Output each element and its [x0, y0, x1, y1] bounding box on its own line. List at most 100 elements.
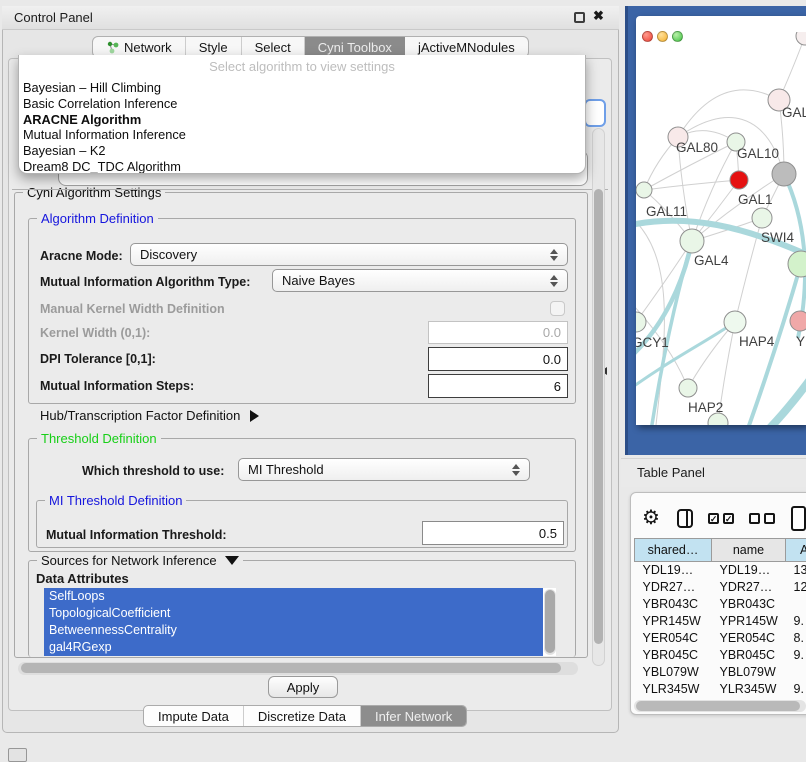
mi-threshold-value: 0.5 [539, 526, 557, 541]
node-gal4[interactable] [680, 229, 704, 253]
node-selected-red[interactable] [730, 171, 748, 189]
kernel-width-value: 0.0 [543, 325, 561, 340]
apply-button-label: Apply [287, 680, 320, 695]
sources-group-title-row[interactable]: Sources for Network Inference [37, 553, 243, 568]
list-item[interactable]: gal4RGexp [44, 639, 543, 656]
tab-cyni-toolbox[interactable]: Cyni Toolbox [305, 37, 405, 57]
which-threshold-select[interactable]: MI Threshold [238, 458, 530, 481]
cell: YDR27… [712, 579, 786, 596]
settings-vertical-scrollbar[interactable] [592, 128, 605, 666]
column-header-shared-name[interactable]: shared… [635, 539, 712, 562]
node-hap4[interactable] [724, 311, 746, 333]
manual-kernel-width-label: Manual Kernel Width Definition [40, 302, 225, 316]
close-icon[interactable]: ✖ [593, 8, 604, 24]
table-horizontal-scrollbar[interactable] [634, 700, 806, 712]
float-window-icon[interactable] [574, 12, 585, 23]
focused-combo-partial[interactable] [584, 99, 606, 127]
settings-horizontal-scrollbar-thumb[interactable] [21, 663, 561, 673]
dropdown-item[interactable]: Bayesian – Hill Climbing [19, 80, 585, 96]
table-horizontal-scrollbar-thumb[interactable] [636, 701, 800, 711]
tab-jactivemnodules-label: jActiveMNodules [418, 40, 515, 55]
apply-button[interactable]: Apply [268, 676, 338, 698]
table-row[interactable]: YBL079W YBL079W [635, 664, 806, 681]
table-row[interactable]: YDL19… YDL19… 13 [635, 562, 806, 579]
tab-impute-data-label: Impute Data [158, 709, 229, 724]
tab-select[interactable]: Select [242, 37, 305, 57]
table-row[interactable]: YPR145W YPR145W 9. [635, 613, 806, 630]
mi-steps-field[interactable]: 6 [428, 374, 568, 398]
table-row[interactable]: YER054C YER054C 8. [635, 630, 806, 647]
document-icon[interactable] [791, 506, 806, 531]
manual-kernel-width-checkbox[interactable] [550, 301, 565, 316]
column-header-partial[interactable]: A [786, 539, 806, 562]
dropdown-item[interactable]: Bayesian – K2 [19, 143, 585, 159]
list-scrollbar-thumb[interactable] [545, 590, 555, 653]
checked-box-icon: ✓ [723, 513, 734, 524]
tab-cyni-toolbox-label: Cyni Toolbox [318, 40, 392, 55]
dropdown-item-highlighted[interactable]: ARACNE Algorithm [19, 112, 585, 128]
mi-threshold-field[interactable]: 0.5 [422, 521, 564, 545]
settings-horizontal-scrollbar[interactable] [18, 662, 578, 675]
node-gal1[interactable] [752, 208, 772, 228]
gear-icon[interactable]: ⚙ [642, 508, 660, 528]
list-item[interactable]: BetweennessCentrality [44, 622, 543, 639]
table-row[interactable]: YLR345W YLR345W 9. [635, 681, 806, 698]
node-label: GAL11 [646, 204, 687, 219]
tab-discretize-data[interactable]: Discretize Data [244, 706, 361, 726]
combo-arrows-icon [512, 464, 520, 476]
tab-network[interactable]: Network [93, 37, 186, 57]
data-attributes-list[interactable]: SelfLoops TopologicalCoefficient Between… [44, 588, 556, 656]
node-gray[interactable] [772, 162, 796, 186]
groupbox-edge-partial [12, 189, 608, 190]
table-row[interactable]: YBR045C YBR045C 9. [635, 647, 806, 664]
node[interactable] [788, 251, 806, 277]
tab-style[interactable]: Style [186, 37, 242, 57]
node-label: GAL4 [694, 253, 729, 268]
hub-definition-toggle[interactable]: Hub/Transcription Factor Definition [40, 408, 259, 423]
show-checked-columns-button[interactable]: ✓ ✓ [708, 513, 734, 524]
mi-threshold-label: Mutual Information Threshold: [46, 528, 227, 542]
minimized-panel-icon[interactable] [8, 748, 27, 762]
node-salmon[interactable] [790, 311, 806, 331]
list-item[interactable]: SelfLoops [44, 588, 543, 605]
tab-jactivemnodules[interactable]: jActiveMNodules [405, 37, 528, 57]
list-item[interactable]: TopologicalCoefficient [44, 605, 543, 622]
list-vertical-scrollbar[interactable] [544, 589, 556, 655]
node-gcy1[interactable] [636, 312, 646, 332]
collapse-down-icon [225, 556, 239, 565]
tab-infer-network[interactable]: Infer Network [361, 706, 466, 726]
cyni-bottom-tabbar: Impute Data Discretize Data Infer Networ… [143, 705, 467, 727]
node-hap2[interactable] [679, 379, 697, 397]
kernel-width-field[interactable]: 0.0 [428, 321, 568, 344]
dpi-tolerance-field[interactable]: 0.0 [428, 347, 568, 371]
tab-impute-data[interactable]: Impute Data [144, 706, 244, 726]
columns-icon[interactable] [677, 509, 693, 528]
application-root: Control Panel ✖ Network Style Select Cyn… [0, 0, 806, 762]
cell: 9. [786, 613, 806, 630]
tab-infer-network-label: Infer Network [375, 709, 452, 724]
dropdown-item[interactable]: Mutual Information Inference [19, 127, 585, 143]
node-gal11[interactable] [636, 182, 652, 198]
network-view-window[interactable]: GAL GAL80 GAL10 GAL11 GAL1 SWI4 GAL4 GCY… [636, 16, 806, 425]
tab-network-label: Network [124, 40, 172, 55]
aracne-mode-select[interactable]: Discovery [130, 243, 568, 266]
settings-vertical-scrollbar-thumb[interactable] [594, 189, 603, 644]
table-row[interactable]: YDR27… YDR27… 12 [635, 579, 806, 596]
control-panel-titlebar[interactable] [2, 6, 619, 30]
mi-algorithm-type-select[interactable]: Naive Bayes [272, 269, 568, 292]
node-label: HAP4 [739, 334, 775, 349]
node[interactable] [796, 32, 806, 45]
mi-steps-label: Mutual Information Steps: [40, 379, 194, 393]
cell: YDR27… [635, 579, 712, 596]
dropdown-item[interactable]: Dream8 DC_TDC Algorithm [19, 159, 585, 174]
hide-columns-button[interactable] [749, 513, 775, 524]
tab-discretize-data-label: Discretize Data [258, 709, 346, 724]
column-header-name[interactable]: name [712, 539, 786, 562]
dropdown-item[interactable]: Basic Correlation Inference [19, 96, 585, 112]
cell: 12 [786, 579, 806, 596]
cell [786, 664, 806, 681]
table-row[interactable]: YBR043C YBR043C [635, 596, 806, 613]
unchecked-box-icon [764, 513, 775, 524]
node-label: GCY1 [636, 335, 669, 350]
network-canvas[interactable]: GAL GAL80 GAL10 GAL11 GAL1 SWI4 GAL4 GCY… [636, 32, 806, 425]
